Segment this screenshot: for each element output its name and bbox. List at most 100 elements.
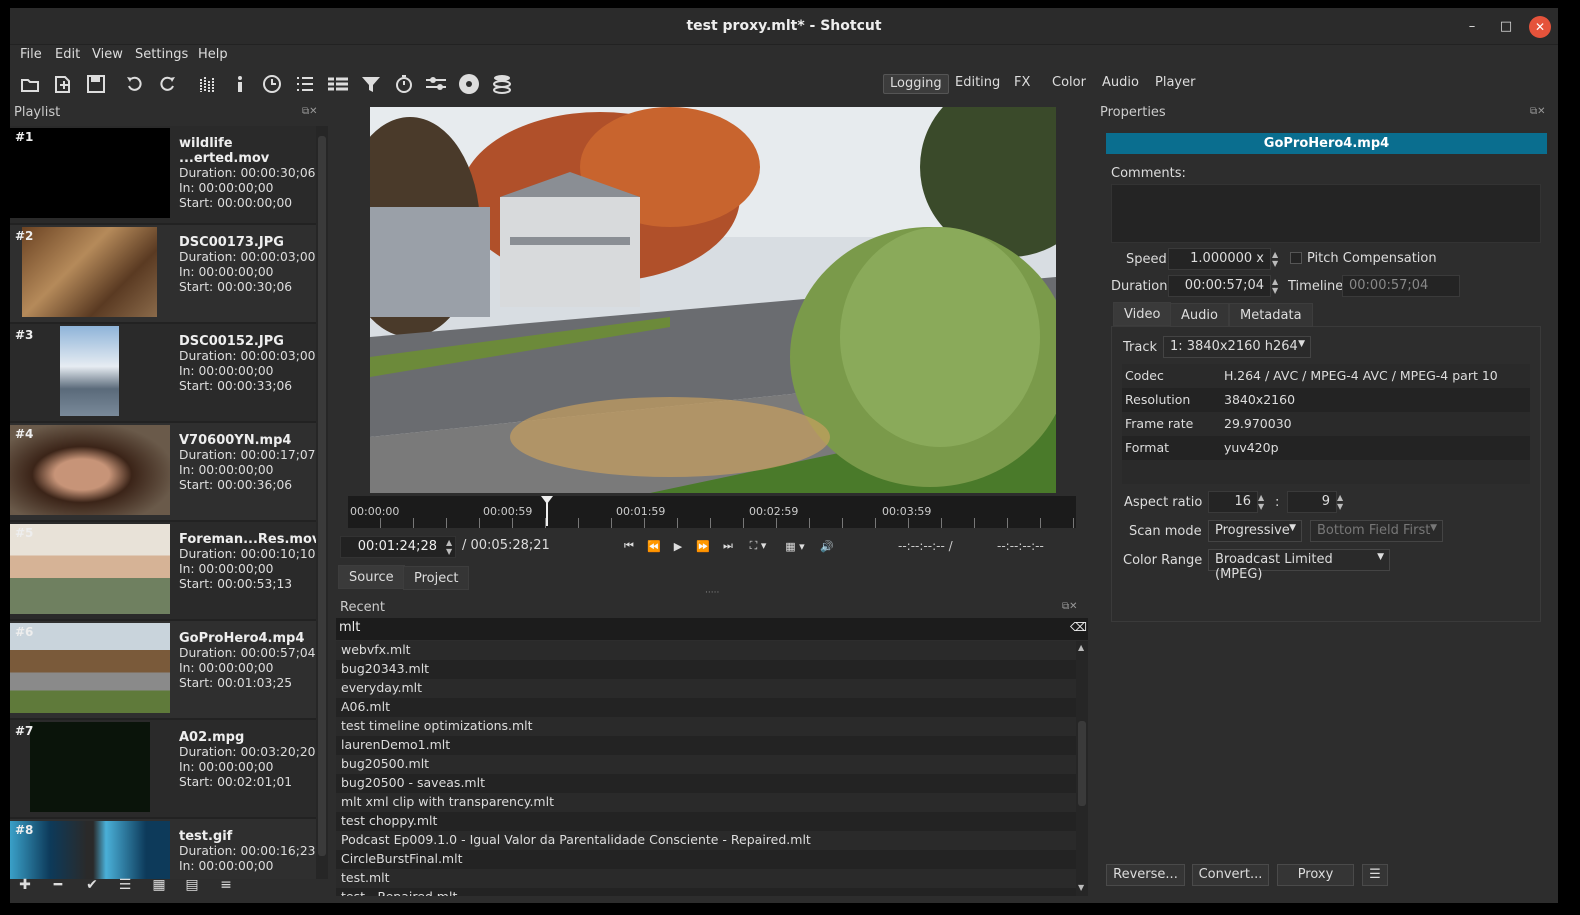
tiles-view-icon[interactable]: ▦: [146, 874, 172, 896]
skip-previous-icon[interactable]: ⏮: [618, 536, 640, 556]
speed-spinner[interactable]: ▲ ▼: [1272, 250, 1278, 268]
clear-filter-icon[interactable]: ⌫: [1070, 620, 1087, 634]
aspect-width-spinner[interactable]: ▲ ▼: [1258, 493, 1264, 511]
scroll-thumb[interactable]: [318, 136, 326, 856]
playlist-item[interactable]: #2 DSC00173.JPG Duration: 00:00:03;00 In: …: [10, 225, 316, 322]
tab-project[interactable]: Project: [403, 566, 470, 590]
list-item[interactable]: bug20500.mlt: [336, 755, 1076, 774]
duration-spinner[interactable]: ▲ ▼: [1272, 277, 1278, 295]
skip-next-icon[interactable]: ⏭: [717, 536, 739, 556]
pitch-checkbox[interactable]: [1290, 252, 1302, 264]
list-item[interactable]: A06.mlt: [336, 698, 1076, 717]
playlist-dock-buttons[interactable]: ⧉✕: [302, 106, 318, 117]
duration-field[interactable]: 00:00:57;04: [1168, 275, 1271, 297]
playlist-icon[interactable]: [292, 70, 318, 98]
tab-video[interactable]: Video: [1113, 302, 1172, 326]
layout-fx[interactable]: FX: [1008, 74, 1036, 94]
recent-scrollbar[interactable]: ▲ ▼: [1076, 641, 1088, 896]
list-item[interactable]: test timeline optimizations.mlt: [336, 717, 1076, 736]
rewind-icon[interactable]: ⏪: [643, 536, 665, 556]
speed-field[interactable]: 1.000000 x: [1168, 248, 1271, 270]
fast-forward-icon[interactable]: ⏩: [692, 536, 714, 556]
properties-menu-button[interactable]: ☰: [1362, 864, 1388, 886]
playlist-item[interactable]: #1 wildlife ...erted.mov Duration: 00:00:…: [10, 126, 316, 223]
list-item[interactable]: test choppy.mlt: [336, 812, 1076, 831]
timecode-spinner[interactable]: ▲ ▼: [446, 538, 452, 556]
add-icon[interactable]: ✚: [12, 874, 38, 896]
maximize-button[interactable]: □: [1495, 16, 1517, 38]
save-icon[interactable]: [83, 70, 109, 98]
details-view-icon[interactable]: ☰: [112, 874, 138, 896]
scan-mode-select[interactable]: Progressive ▼: [1208, 520, 1302, 542]
list-item[interactable]: bug20500 - saveas.mlt: [336, 774, 1076, 793]
filters-icon[interactable]: [358, 70, 384, 98]
video-preview[interactable]: [370, 107, 1056, 493]
menu-view[interactable]: View: [92, 47, 123, 62]
track-select[interactable]: 1: 3840x2160 h264 ▼: [1163, 336, 1311, 358]
list-item[interactable]: webvfx.mlt: [336, 641, 1076, 660]
aspect-height-spinner[interactable]: ▲ ▼: [1337, 493, 1343, 511]
open-file-icon[interactable]: [17, 70, 43, 98]
scroll-down-icon[interactable]: ▼: [1078, 883, 1084, 892]
layout-player[interactable]: Player: [1149, 74, 1201, 94]
color-range-select[interactable]: Broadcast Limited (MPEG) ▼: [1208, 549, 1390, 582]
playlist-item[interactable]: #4 V70600YN.mp4 Duration: 00:00:17;07 In: …: [10, 423, 316, 520]
list-item[interactable]: Podcast Ep009.1.0 - Igual Valor da Paren…: [336, 831, 1076, 850]
icons-view-icon[interactable]: ▤: [179, 874, 205, 896]
list-item[interactable]: CircleBurstFinal.mlt: [336, 850, 1076, 869]
timecode-field[interactable]: 00:01:24;28: [340, 536, 456, 558]
comments-field[interactable]: [1111, 184, 1541, 243]
proxy-button[interactable]: Proxy: [1277, 864, 1354, 886]
scroll-thumb[interactable]: [1078, 721, 1086, 806]
playlist-item[interactable]: #6 GoProHero4.mp4 Duration: 00:00:57;04 In…: [10, 621, 316, 718]
undo-icon[interactable]: [122, 70, 148, 98]
menu-help[interactable]: Help: [198, 47, 228, 62]
playlist-item[interactable]: #8 test.gif Duration: 00:00:16;23 In: 00:0…: [10, 819, 316, 879]
peak-meter-icon[interactable]: [194, 70, 220, 98]
layout-audio[interactable]: Audio: [1096, 74, 1145, 94]
properties-dock-buttons[interactable]: ⧉✕: [1530, 106, 1546, 117]
menu-file[interactable]: File: [20, 47, 42, 62]
layout-color[interactable]: Color: [1046, 74, 1092, 94]
list-item[interactable]: test - Repaired.mlt: [336, 888, 1076, 896]
aspect-height-field[interactable]: 9: [1287, 491, 1337, 513]
menu-icon[interactable]: ≡: [213, 874, 239, 896]
menu-edit[interactable]: Edit: [55, 47, 80, 62]
minimize-button[interactable]: –: [1461, 16, 1483, 38]
keyframes-icon[interactable]: [391, 70, 417, 98]
tab-audio[interactable]: Audio: [1170, 303, 1229, 327]
zoom-icon[interactable]: ⛶ ▾: [743, 536, 773, 556]
encode-icon[interactable]: [456, 70, 482, 98]
recent-icon[interactable]: [259, 70, 285, 98]
playlist-item[interactable]: #5 Foreman...Res.mov Duration: 00:00:10;1…: [10, 522, 316, 619]
update-icon[interactable]: ✔: [79, 874, 105, 896]
layout-logging[interactable]: Logging: [883, 74, 949, 94]
properties-icon[interactable]: [227, 70, 253, 98]
convert-button[interactable]: Convert...: [1192, 864, 1269, 886]
tab-source[interactable]: Source: [338, 565, 405, 589]
recent-search-input[interactable]: mlt ⌫: [336, 618, 1088, 640]
timeline-icon[interactable]: [325, 70, 351, 98]
layout-editing[interactable]: Editing: [949, 74, 1006, 94]
remove-icon[interactable]: ━: [45, 874, 71, 896]
reverse-button[interactable]: Reverse...: [1106, 864, 1185, 886]
list-item[interactable]: mlt xml clip with transparency.mlt: [336, 793, 1076, 812]
playlist-item[interactable]: #3 DSC00152.JPG Duration: 00:00:03;00 In: …: [10, 324, 316, 421]
playlist-item[interactable]: #7 A02.mpg Duration: 00:03:20;20 In: 00:00…: [10, 720, 316, 817]
timeline-ruler[interactable]: 00:00:00 00:00:59 00:01:59 00:02:59 00:0…: [348, 496, 1076, 528]
history-icon[interactable]: [423, 70, 449, 98]
open-other-icon[interactable]: [50, 70, 76, 98]
scroll-up-icon[interactable]: ▲: [1078, 643, 1084, 652]
list-item[interactable]: everyday.mlt: [336, 679, 1076, 698]
list-item[interactable]: laurenDemo1.mlt: [336, 736, 1076, 755]
list-item[interactable]: test.mlt: [336, 869, 1076, 888]
play-icon[interactable]: ▶: [667, 536, 689, 556]
aspect-width-field[interactable]: 16: [1208, 491, 1258, 513]
splitter-handle[interactable]: ·····: [705, 588, 719, 598]
grid-icon[interactable]: ▦ ▾: [780, 536, 810, 556]
list-item[interactable]: bug20343.mlt: [336, 660, 1076, 679]
redo-icon[interactable]: [154, 70, 180, 98]
close-button[interactable]: ✕: [1529, 16, 1551, 38]
menu-settings[interactable]: Settings: [135, 47, 188, 62]
volume-icon[interactable]: 🔊: [816, 536, 838, 556]
